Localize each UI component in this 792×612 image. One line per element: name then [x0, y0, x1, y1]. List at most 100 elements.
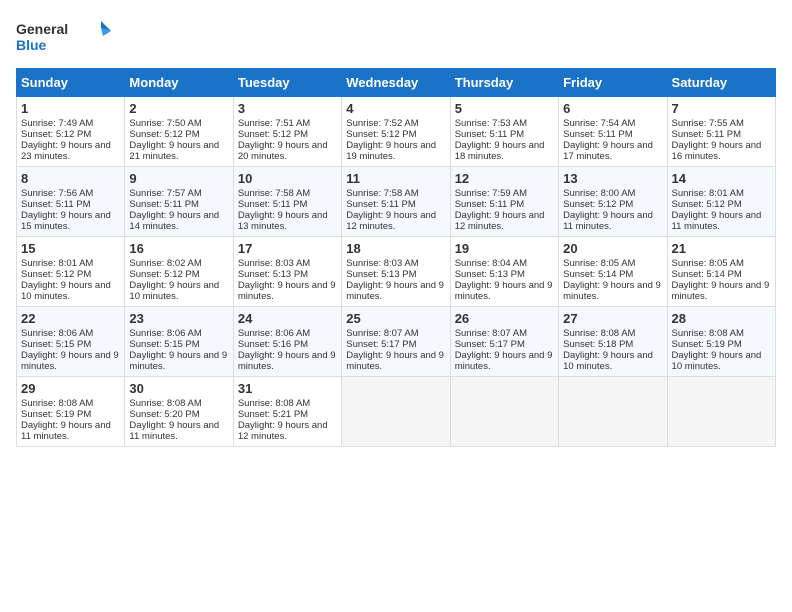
sunrise-text: Sunrise: 8:08 AM [238, 398, 337, 409]
sunset-text: Sunset: 5:12 PM [238, 129, 337, 140]
col-header-friday: Friday [559, 69, 667, 97]
sunset-text: Sunset: 5:13 PM [238, 269, 337, 280]
day-cell: 6Sunrise: 7:54 AMSunset: 5:11 PMDaylight… [559, 97, 667, 167]
sunrise-text: Sunrise: 8:06 AM [129, 328, 228, 339]
col-header-sunday: Sunday [17, 69, 125, 97]
sunrise-text: Sunrise: 8:08 AM [129, 398, 228, 409]
sunrise-text: Sunrise: 7:54 AM [563, 118, 662, 129]
sunrise-text: Sunrise: 8:03 AM [346, 258, 445, 269]
day-cell: 15Sunrise: 8:01 AMSunset: 5:12 PMDayligh… [17, 237, 125, 307]
sunrise-text: Sunrise: 8:08 AM [563, 328, 662, 339]
day-number: 25 [346, 311, 445, 326]
day-number: 15 [21, 241, 120, 256]
header-row: SundayMondayTuesdayWednesdayThursdayFrid… [17, 69, 776, 97]
day-cell: 3Sunrise: 7:51 AMSunset: 5:12 PMDaylight… [233, 97, 341, 167]
daylight-text: Daylight: 9 hours and 11 minutes. [672, 210, 771, 232]
day-cell: 28Sunrise: 8:08 AMSunset: 5:19 PMDayligh… [667, 307, 775, 377]
day-number: 10 [238, 171, 337, 186]
sunset-text: Sunset: 5:18 PM [563, 339, 662, 350]
sunset-text: Sunset: 5:16 PM [238, 339, 337, 350]
day-number: 29 [21, 381, 120, 396]
sunset-text: Sunset: 5:11 PM [563, 129, 662, 140]
calendar-table: SundayMondayTuesdayWednesdayThursdayFrid… [16, 68, 776, 447]
sunset-text: Sunset: 5:13 PM [455, 269, 554, 280]
day-number: 23 [129, 311, 228, 326]
day-cell: 12Sunrise: 7:59 AMSunset: 5:11 PMDayligh… [450, 167, 558, 237]
day-number: 14 [672, 171, 771, 186]
sunset-text: Sunset: 5:17 PM [455, 339, 554, 350]
sunset-text: Sunset: 5:11 PM [455, 129, 554, 140]
sunrise-text: Sunrise: 8:06 AM [238, 328, 337, 339]
daylight-text: Daylight: 9 hours and 10 minutes. [563, 350, 662, 372]
daylight-text: Daylight: 9 hours and 13 minutes. [238, 210, 337, 232]
day-number: 21 [672, 241, 771, 256]
day-cell: 19Sunrise: 8:04 AMSunset: 5:13 PMDayligh… [450, 237, 558, 307]
day-number: 11 [346, 171, 445, 186]
sunset-text: Sunset: 5:12 PM [129, 129, 228, 140]
sunrise-text: Sunrise: 8:04 AM [455, 258, 554, 269]
day-cell: 26Sunrise: 8:07 AMSunset: 5:17 PMDayligh… [450, 307, 558, 377]
day-number: 1 [21, 101, 120, 116]
day-cell: 14Sunrise: 8:01 AMSunset: 5:12 PMDayligh… [667, 167, 775, 237]
day-number: 12 [455, 171, 554, 186]
daylight-text: Daylight: 9 hours and 9 minutes. [346, 280, 445, 302]
week-row-4: 22Sunrise: 8:06 AMSunset: 5:15 PMDayligh… [17, 307, 776, 377]
day-cell: 7Sunrise: 7:55 AMSunset: 5:11 PMDaylight… [667, 97, 775, 167]
daylight-text: Daylight: 9 hours and 11 minutes. [129, 420, 228, 442]
daylight-text: Daylight: 9 hours and 9 minutes. [563, 280, 662, 302]
sunset-text: Sunset: 5:15 PM [129, 339, 228, 350]
day-number: 9 [129, 171, 228, 186]
day-number: 6 [563, 101, 662, 116]
sunrise-text: Sunrise: 7:56 AM [21, 188, 120, 199]
daylight-text: Daylight: 9 hours and 9 minutes. [21, 350, 120, 372]
day-number: 27 [563, 311, 662, 326]
day-number: 4 [346, 101, 445, 116]
daylight-text: Daylight: 9 hours and 23 minutes. [21, 140, 120, 162]
day-number: 3 [238, 101, 337, 116]
sunset-text: Sunset: 5:14 PM [563, 269, 662, 280]
sunrise-text: Sunrise: 7:55 AM [672, 118, 771, 129]
day-cell [342, 377, 450, 447]
day-cell: 22Sunrise: 8:06 AMSunset: 5:15 PMDayligh… [17, 307, 125, 377]
day-cell: 23Sunrise: 8:06 AMSunset: 5:15 PMDayligh… [125, 307, 233, 377]
logo-svg: General Blue [16, 16, 116, 56]
sunrise-text: Sunrise: 8:07 AM [346, 328, 445, 339]
sunset-text: Sunset: 5:11 PM [455, 199, 554, 210]
sunrise-text: Sunrise: 8:05 AM [563, 258, 662, 269]
sunrise-text: Sunrise: 8:06 AM [21, 328, 120, 339]
page-header: General Blue [16, 16, 776, 56]
daylight-text: Daylight: 9 hours and 16 minutes. [672, 140, 771, 162]
sunrise-text: Sunrise: 8:00 AM [563, 188, 662, 199]
day-cell: 1Sunrise: 7:49 AMSunset: 5:12 PMDaylight… [17, 97, 125, 167]
day-cell: 29 Sunrise: 8:08 AMSunset: 5:19 PMDayligh… [17, 377, 125, 447]
daylight-text: Daylight: 9 hours and 19 minutes. [346, 140, 445, 162]
day-number: 31 [238, 381, 337, 396]
sunset-text: Sunset: 5:12 PM [129, 269, 228, 280]
daylight-text: Daylight: 9 hours and 11 minutes. [21, 420, 120, 442]
day-number: 7 [672, 101, 771, 116]
day-number: 5 [455, 101, 554, 116]
sunrise-text: Sunrise: 7:58 AM [238, 188, 337, 199]
day-cell: 13Sunrise: 8:00 AMSunset: 5:12 PMDayligh… [559, 167, 667, 237]
day-number: 8 [21, 171, 120, 186]
sunset-text: Sunset: 5:13 PM [346, 269, 445, 280]
col-header-thursday: Thursday [450, 69, 558, 97]
week-row-3: 15Sunrise: 8:01 AMSunset: 5:12 PMDayligh… [17, 237, 776, 307]
sunset-text: Sunset: 5:12 PM [21, 269, 120, 280]
col-header-wednesday: Wednesday [342, 69, 450, 97]
sunset-text: Sunset: 5:21 PM [238, 409, 337, 420]
sunrise-text: Sunrise: 8:08 AM [21, 398, 120, 409]
day-number: 2 [129, 101, 228, 116]
sunrise-text: Sunrise: 7:50 AM [129, 118, 228, 129]
daylight-text: Daylight: 9 hours and 18 minutes. [455, 140, 554, 162]
daylight-text: Daylight: 9 hours and 10 minutes. [129, 280, 228, 302]
sunrise-text: Sunrise: 8:03 AM [238, 258, 337, 269]
sunset-text: Sunset: 5:19 PM [21, 409, 120, 420]
col-header-tuesday: Tuesday [233, 69, 341, 97]
sunset-text: Sunset: 5:14 PM [672, 269, 771, 280]
day-cell: 11Sunrise: 7:58 AMSunset: 5:11 PMDayligh… [342, 167, 450, 237]
sunset-text: Sunset: 5:12 PM [672, 199, 771, 210]
day-cell: 9Sunrise: 7:57 AMSunset: 5:11 PMDaylight… [125, 167, 233, 237]
daylight-text: Daylight: 9 hours and 9 minutes. [455, 280, 554, 302]
sunset-text: Sunset: 5:11 PM [129, 199, 228, 210]
